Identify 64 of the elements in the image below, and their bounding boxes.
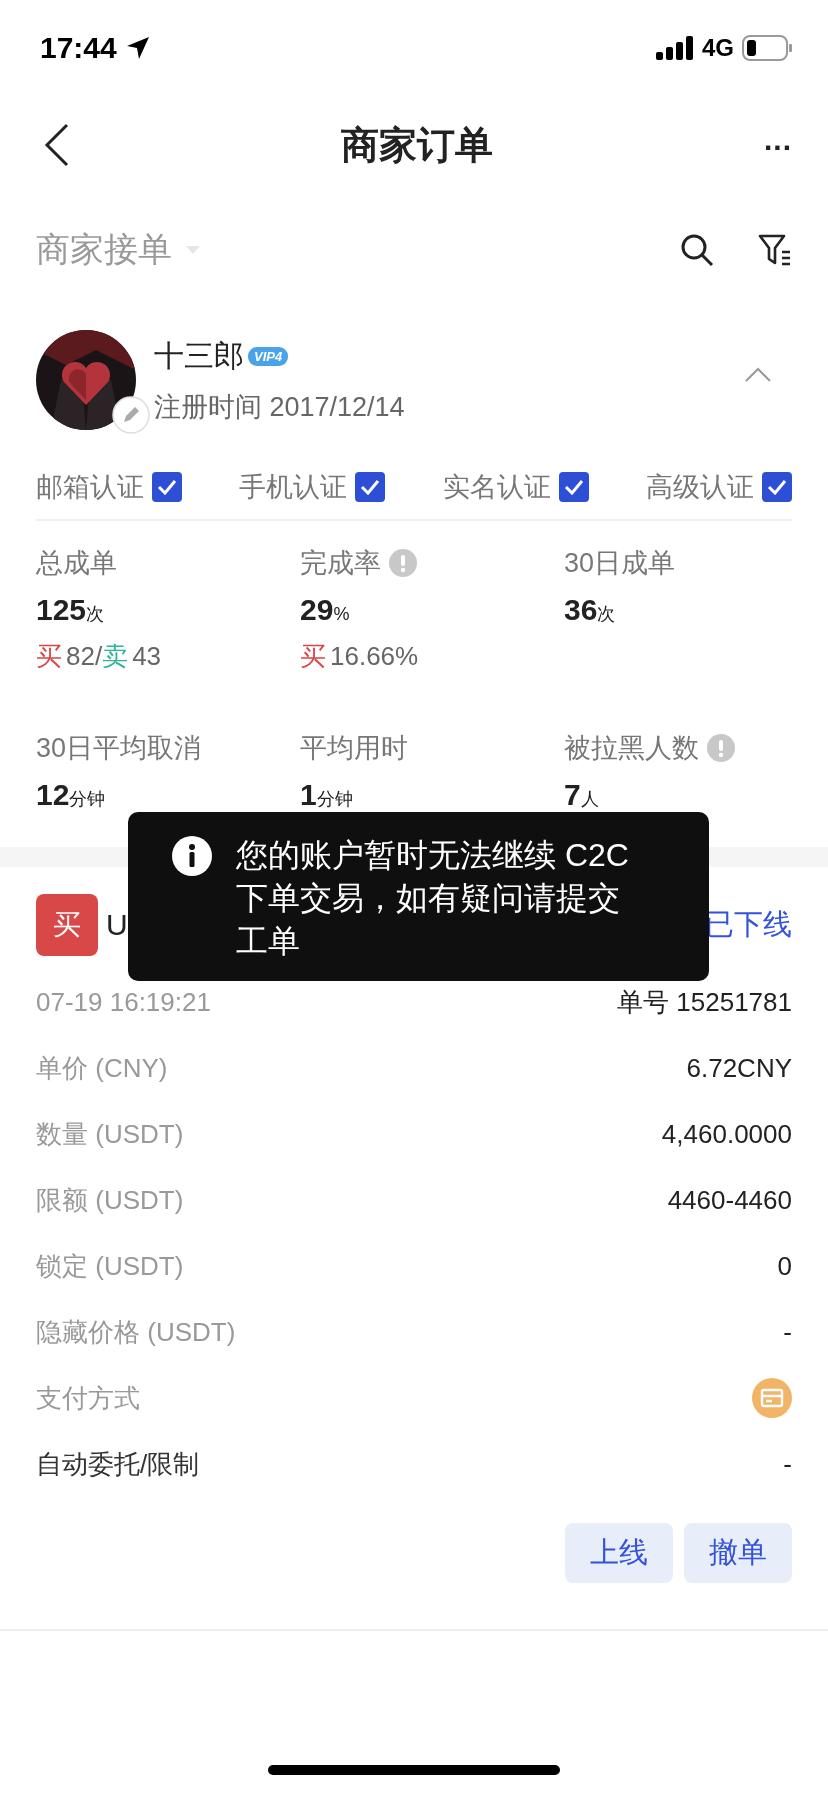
network-label: 4G (702, 33, 734, 62)
checkmark-icon (767, 479, 787, 495)
stat-label: 总成单 (36, 547, 117, 580)
card-icon (752, 1378, 792, 1418)
verification-label: 手机认证 (239, 471, 348, 504)
verification-label: 高级认证 (646, 471, 754, 504)
status-time: 17:44 (40, 30, 117, 65)
vip-badge: VIP4 (248, 346, 289, 366)
info-icon (172, 836, 212, 876)
stat-label: 平均用时 (300, 731, 408, 765)
stat-breakdown: 买 82/卖43 (36, 640, 163, 673)
stat-label: 完成率 (300, 547, 381, 580)
signal-icon (656, 35, 694, 60)
field-label: 限额 (USDT) (36, 1183, 184, 1217)
order-date: 07-19 16:19:21 (36, 986, 211, 1018)
checkbox[interactable] (558, 472, 589, 502)
field-label: 数量 (USDT) (36, 1117, 184, 1151)
battery-icon (742, 34, 792, 61)
stat-value: 36次 (564, 593, 617, 627)
order-title: U (106, 908, 128, 942)
stat-value: 12分钟 (36, 777, 107, 812)
order-number: 单号 15251781 (617, 985, 792, 1019)
search-icon[interactable] (680, 233, 714, 267)
checkmark-icon (360, 479, 381, 495)
field-label: 支付方式 (36, 1381, 140, 1415)
side-badge: 买 (36, 894, 98, 956)
field-label: 隐藏价格 (USDT) (36, 1315, 236, 1349)
field-value: 6.72CNY (686, 1052, 792, 1084)
back-icon[interactable] (44, 123, 70, 167)
stat-value: 7人 (564, 777, 600, 812)
registration-date: 注册时间 2017/12/14 (154, 390, 406, 424)
edit-icon[interactable] (112, 396, 150, 434)
verification-label: 邮箱认证 (36, 471, 144, 504)
filter-dropdown[interactable]: 商家接单 (36, 227, 200, 273)
stat-label: 被拉黑人数 (564, 731, 699, 765)
more-button[interactable]: ... (763, 123, 792, 167)
field-label: 单价 (CNY) (36, 1051, 168, 1085)
checkmark-icon (157, 479, 177, 495)
action-button[interactable]: 撤单 (684, 1523, 792, 1583)
checkbox[interactable] (762, 472, 792, 502)
stat-value: 29% (300, 593, 351, 627)
stat-breakdown: 买 16.66% (300, 640, 420, 673)
field-value: - (783, 1448, 792, 1480)
chevron-icon[interactable] (744, 367, 772, 383)
field-value: - (783, 1316, 792, 1348)
field-value: 0 (777, 1250, 792, 1282)
field-value: 4460-4460 (667, 1184, 792, 1216)
toast-message: 您的账户暂时无法继续 C2C 下单交易，如有疑问请提交工单 (236, 836, 630, 961)
merchant-name: 十三郎 (154, 337, 244, 374)
stat-label: 30日成单 (564, 547, 676, 580)
stat-label: 30日平均取消 (36, 731, 202, 765)
field-label: 自动委托/限制 (36, 1447, 200, 1481)
field-value: 4,460.0000 (661, 1118, 792, 1150)
field-label: 锁定 (USDT) (36, 1249, 184, 1283)
checkbox[interactable] (152, 472, 182, 502)
stat-value: 125次 (36, 593, 106, 627)
verification-label: 实名认证 (442, 471, 551, 504)
stat-value: 1分钟 (300, 777, 354, 812)
caret-icon (186, 246, 200, 254)
checkbox[interactable] (355, 472, 386, 502)
checkmark-icon (563, 479, 584, 495)
page-title: 商家订单 (341, 122, 493, 168)
action-button[interactable]: 上线 (565, 1523, 673, 1583)
filter-icon[interactable] (758, 233, 792, 267)
